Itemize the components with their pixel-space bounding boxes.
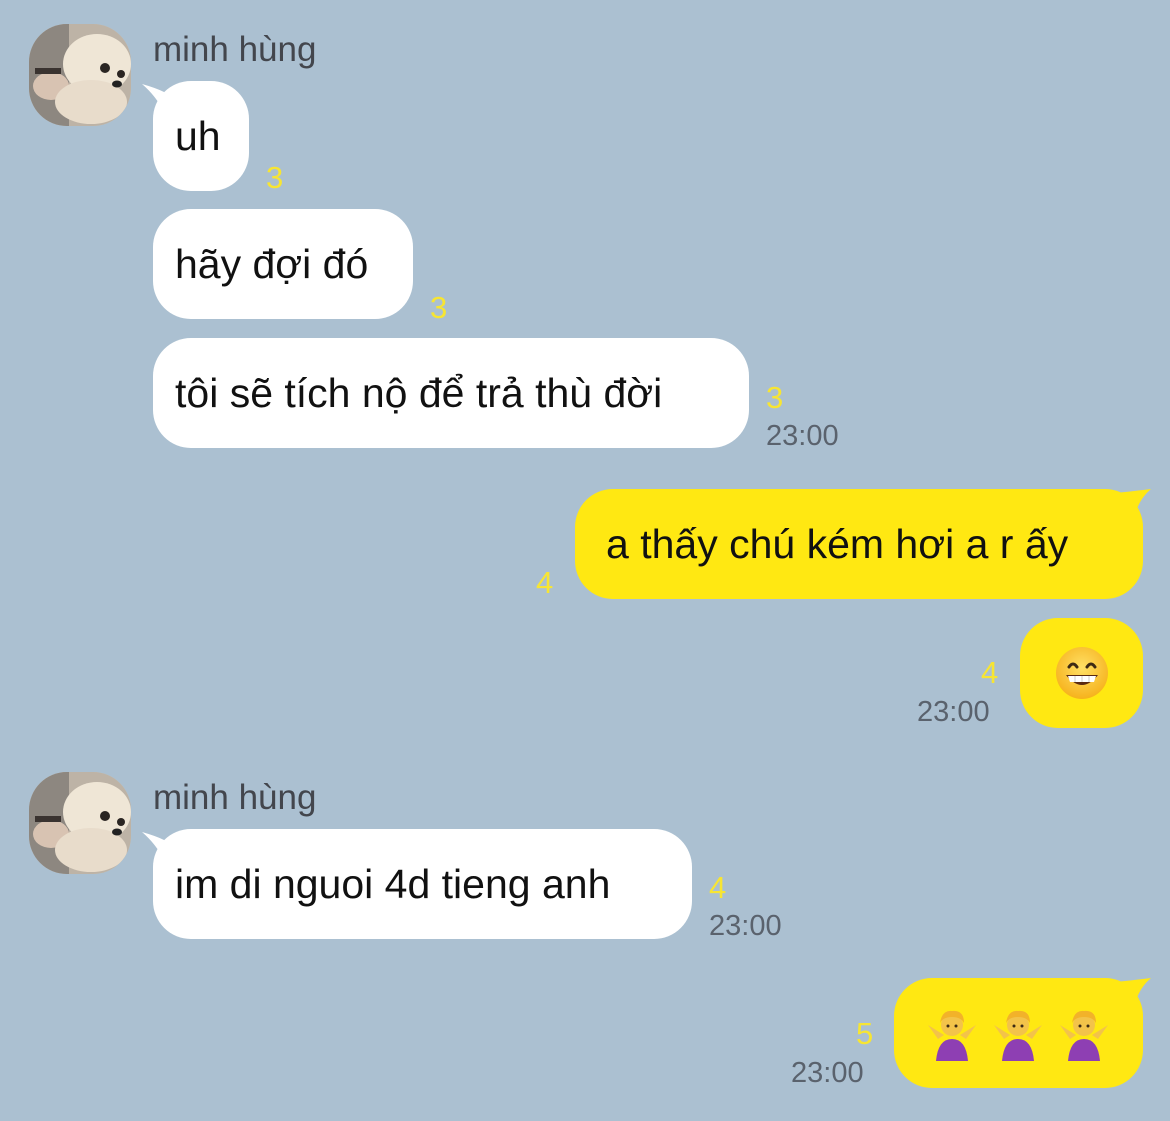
message-text: im di nguoi 4d tieng anh [175, 860, 611, 907]
unread-count: 5 [856, 1016, 874, 1051]
bubble-tail [1115, 489, 1151, 515]
message-bubble-incoming[interactable]: tôi sẽ tích nộ để trả thù đời [153, 338, 749, 448]
unread-count: 4 [981, 655, 999, 690]
unread-count: 3 [266, 160, 284, 195]
message-time: 23:00 [709, 910, 782, 942]
unread-count: 4 [709, 870, 727, 905]
message-bubble-incoming[interactable]: im di nguoi 4d tieng anh [153, 829, 692, 939]
message-text: tôi sẽ tích nộ để trả thù đời [175, 369, 663, 416]
message-text: uh [175, 112, 221, 159]
message-time: 23:00 [917, 696, 990, 728]
message-bubble-outgoing[interactable] [894, 978, 1143, 1088]
unread-count: 3 [430, 290, 448, 325]
sender-name: minh hùng [153, 778, 317, 817]
sender-avatar[interactable] [29, 24, 131, 126]
message-text: a thấy chú kém hơi a r ấy [606, 520, 1069, 567]
unread-count: 4 [536, 565, 554, 600]
message-time: 23:00 [766, 420, 839, 452]
message-bubble-incoming[interactable]: hãy đợi đó [153, 209, 413, 319]
message-bubble-outgoing[interactable]: a thấy chú kém hơi a r ấy [575, 489, 1143, 599]
message-text: hãy đợi đó [175, 240, 369, 287]
sender-name: minh hùng [153, 30, 317, 69]
bubble-tail [1115, 978, 1151, 1004]
person-shrugging-emoji-icon [928, 1010, 976, 1061]
person-shrugging-emoji-icon [1060, 1010, 1108, 1061]
message-time: 23:00 [791, 1057, 864, 1089]
unread-count: 3 [766, 380, 784, 415]
grinning-face-emoji-icon [1055, 647, 1108, 699]
message-bubble-incoming[interactable]: uh [153, 81, 249, 191]
person-shrugging-emoji-icon [994, 1010, 1042, 1061]
sender-avatar[interactable] [29, 772, 131, 874]
message-bubble-outgoing[interactable] [1020, 618, 1143, 728]
